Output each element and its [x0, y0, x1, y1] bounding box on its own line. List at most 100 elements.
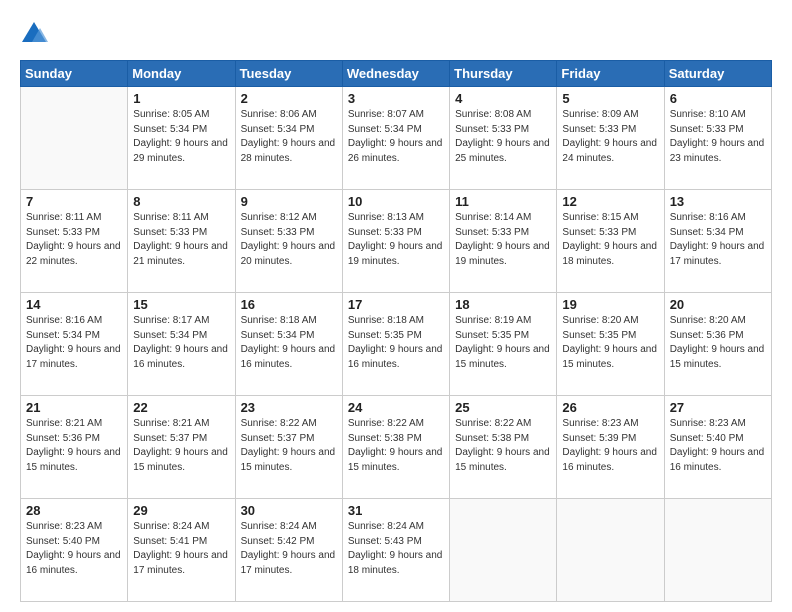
- day-info: Sunrise: 8:18 AM Sunset: 5:34 PM Dayligh…: [241, 314, 337, 372]
- day-info: Sunrise: 8:14 AM Sunset: 5:33 PM Dayligh…: [455, 211, 551, 269]
- day-number: 24: [348, 400, 444, 415]
- day-number: 18: [455, 297, 551, 312]
- calendar-cell: 10 Sunrise: 8:13 AM Sunset: 5:33 PM Dayli…: [342, 190, 449, 293]
- day-number: 25: [455, 400, 551, 415]
- day-number: 19: [562, 297, 658, 312]
- calendar-cell: 19 Sunrise: 8:20 AM Sunset: 5:35 PM Dayli…: [557, 293, 664, 396]
- calendar-cell: 15Sunrise: 8:17 AM Sunset: 5:34 PM Dayli…: [128, 293, 235, 396]
- week-row-1: 1Sunrise: 8:05 AM Sunset: 5:34 PM Daylig…: [21, 87, 772, 190]
- day-number: 28: [26, 503, 122, 518]
- day-info: Sunrise: 8:23 AM Sunset: 5:39 PM Dayligh…: [562, 417, 658, 475]
- weekday-header-row: SundayMondayTuesdayWednesdayThursdayFrid…: [21, 61, 772, 87]
- calendar-cell: 4 Sunrise: 8:08 AM Sunset: 5:33 PM Daylig…: [450, 87, 557, 190]
- calendar-cell: [21, 87, 128, 190]
- calendar-cell: 30 Sunrise: 8:24 AM Sunset: 5:42 PM Dayli…: [235, 499, 342, 602]
- day-number: 16: [241, 297, 337, 312]
- day-info: Sunrise: 8:13 AM Sunset: 5:33 PM Dayligh…: [348, 211, 444, 269]
- calendar-cell: 3 Sunrise: 8:07 AM Sunset: 5:34 PM Daylig…: [342, 87, 449, 190]
- calendar-cell: 22 Sunrise: 8:21 AM Sunset: 5:37 PM Dayli…: [128, 396, 235, 499]
- calendar-cell: 1Sunrise: 8:05 AM Sunset: 5:34 PM Daylig…: [128, 87, 235, 190]
- day-info: Sunrise: 8:16 AM Sunset: 5:34 PM Dayligh…: [670, 211, 766, 269]
- day-number: 31: [348, 503, 444, 518]
- day-number: 2: [241, 91, 337, 106]
- day-number: 27: [670, 400, 766, 415]
- logo-icon: [20, 20, 48, 48]
- weekday-wednesday: Wednesday: [342, 61, 449, 87]
- day-info: Sunrise: 8:20 AM Sunset: 5:35 PM Dayligh…: [562, 314, 658, 372]
- day-number: 30: [241, 503, 337, 518]
- day-number: 4: [455, 91, 551, 106]
- weekday-tuesday: Tuesday: [235, 61, 342, 87]
- calendar-cell: 8 Sunrise: 8:11 AM Sunset: 5:33 PM Daylig…: [128, 190, 235, 293]
- day-info: Sunrise: 8:21 AM Sunset: 5:37 PM Dayligh…: [133, 417, 229, 475]
- calendar-cell: [450, 499, 557, 602]
- day-info: Sunrise: 8:20 AM Sunset: 5:36 PM Dayligh…: [670, 314, 766, 372]
- week-row-4: 21 Sunrise: 8:21 AM Sunset: 5:36 PM Dayli…: [21, 396, 772, 499]
- day-info: Sunrise: 8:12 AM Sunset: 5:33 PM Dayligh…: [241, 211, 337, 269]
- calendar-cell: 20 Sunrise: 8:20 AM Sunset: 5:36 PM Dayli…: [664, 293, 771, 396]
- day-number: 11: [455, 194, 551, 209]
- page: SundayMondayTuesdayWednesdayThursdayFrid…: [0, 0, 792, 612]
- day-info: Sunrise: 8:23 AM Sunset: 5:40 PM Dayligh…: [670, 417, 766, 475]
- day-info: Sunrise: 8:15 AM Sunset: 5:33 PM Dayligh…: [562, 211, 658, 269]
- calendar-cell: 25 Sunrise: 8:22 AM Sunset: 5:38 PM Dayli…: [450, 396, 557, 499]
- calendar-cell: 16 Sunrise: 8:18 AM Sunset: 5:34 PM Dayli…: [235, 293, 342, 396]
- week-row-3: 14 Sunrise: 8:16 AM Sunset: 5:34 PM Dayli…: [21, 293, 772, 396]
- day-info: Sunrise: 8:07 AM Sunset: 5:34 PM Dayligh…: [348, 108, 444, 166]
- day-number: 17: [348, 297, 444, 312]
- day-number: 29: [133, 503, 229, 518]
- day-info: Sunrise: 8:11 AM Sunset: 5:33 PM Dayligh…: [26, 211, 122, 269]
- calendar-cell: 13 Sunrise: 8:16 AM Sunset: 5:34 PM Dayli…: [664, 190, 771, 293]
- day-number: 13: [670, 194, 766, 209]
- header: [20, 18, 772, 48]
- day-info: Sunrise: 8:06 AM Sunset: 5:34 PM Dayligh…: [241, 108, 337, 166]
- calendar-cell: 24 Sunrise: 8:22 AM Sunset: 5:38 PM Dayli…: [342, 396, 449, 499]
- day-number: 26: [562, 400, 658, 415]
- calendar-cell: 27 Sunrise: 8:23 AM Sunset: 5:40 PM Dayli…: [664, 396, 771, 499]
- day-info: Sunrise: 8:05 AM Sunset: 5:34 PM Dayligh…: [133, 108, 229, 166]
- calendar-cell: [557, 499, 664, 602]
- day-number: 6: [670, 91, 766, 106]
- weekday-sunday: Sunday: [21, 61, 128, 87]
- day-info: Sunrise: 8:22 AM Sunset: 5:38 PM Dayligh…: [455, 417, 551, 475]
- calendar-cell: 9Sunrise: 8:12 AM Sunset: 5:33 PM Daylig…: [235, 190, 342, 293]
- day-info: Sunrise: 8:24 AM Sunset: 5:43 PM Dayligh…: [348, 520, 444, 578]
- calendar-cell: 21 Sunrise: 8:21 AM Sunset: 5:36 PM Dayli…: [21, 396, 128, 499]
- calendar-cell: 26 Sunrise: 8:23 AM Sunset: 5:39 PM Dayli…: [557, 396, 664, 499]
- calendar-cell: 14 Sunrise: 8:16 AM Sunset: 5:34 PM Dayli…: [21, 293, 128, 396]
- day-info: Sunrise: 8:10 AM Sunset: 5:33 PM Dayligh…: [670, 108, 766, 166]
- day-info: Sunrise: 8:23 AM Sunset: 5:40 PM Dayligh…: [26, 520, 122, 578]
- day-number: 21: [26, 400, 122, 415]
- calendar-cell: 23Sunrise: 8:22 AM Sunset: 5:37 PM Dayli…: [235, 396, 342, 499]
- day-number: 10: [348, 194, 444, 209]
- day-number: 7: [26, 194, 122, 209]
- day-info: Sunrise: 8:11 AM Sunset: 5:33 PM Dayligh…: [133, 211, 229, 269]
- calendar-cell: 6 Sunrise: 8:10 AM Sunset: 5:33 PM Daylig…: [664, 87, 771, 190]
- day-number: 5: [562, 91, 658, 106]
- day-info: Sunrise: 8:19 AM Sunset: 5:35 PM Dayligh…: [455, 314, 551, 372]
- calendar-cell: 2 Sunrise: 8:06 AM Sunset: 5:34 PM Daylig…: [235, 87, 342, 190]
- day-number: 22: [133, 400, 229, 415]
- day-info: Sunrise: 8:17 AM Sunset: 5:34 PM Dayligh…: [133, 314, 229, 372]
- weekday-saturday: Saturday: [664, 61, 771, 87]
- day-info: Sunrise: 8:21 AM Sunset: 5:36 PM Dayligh…: [26, 417, 122, 475]
- day-number: 8: [133, 194, 229, 209]
- calendar-table: SundayMondayTuesdayWednesdayThursdayFrid…: [20, 60, 772, 602]
- day-number: 12: [562, 194, 658, 209]
- day-info: Sunrise: 8:22 AM Sunset: 5:38 PM Dayligh…: [348, 417, 444, 475]
- calendar-cell: 18 Sunrise: 8:19 AM Sunset: 5:35 PM Dayli…: [450, 293, 557, 396]
- day-info: Sunrise: 8:16 AM Sunset: 5:34 PM Dayligh…: [26, 314, 122, 372]
- day-info: Sunrise: 8:24 AM Sunset: 5:42 PM Dayligh…: [241, 520, 337, 578]
- day-info: Sunrise: 8:22 AM Sunset: 5:37 PM Dayligh…: [241, 417, 337, 475]
- day-number: 20: [670, 297, 766, 312]
- calendar-cell: 5 Sunrise: 8:09 AM Sunset: 5:33 PM Daylig…: [557, 87, 664, 190]
- day-info: Sunrise: 8:08 AM Sunset: 5:33 PM Dayligh…: [455, 108, 551, 166]
- day-info: Sunrise: 8:18 AM Sunset: 5:35 PM Dayligh…: [348, 314, 444, 372]
- calendar-cell: 11 Sunrise: 8:14 AM Sunset: 5:33 PM Dayli…: [450, 190, 557, 293]
- day-number: 14: [26, 297, 122, 312]
- calendar-cell: [664, 499, 771, 602]
- calendar-cell: 7 Sunrise: 8:11 AM Sunset: 5:33 PM Daylig…: [21, 190, 128, 293]
- day-number: 3: [348, 91, 444, 106]
- weekday-thursday: Thursday: [450, 61, 557, 87]
- day-info: Sunrise: 8:09 AM Sunset: 5:33 PM Dayligh…: [562, 108, 658, 166]
